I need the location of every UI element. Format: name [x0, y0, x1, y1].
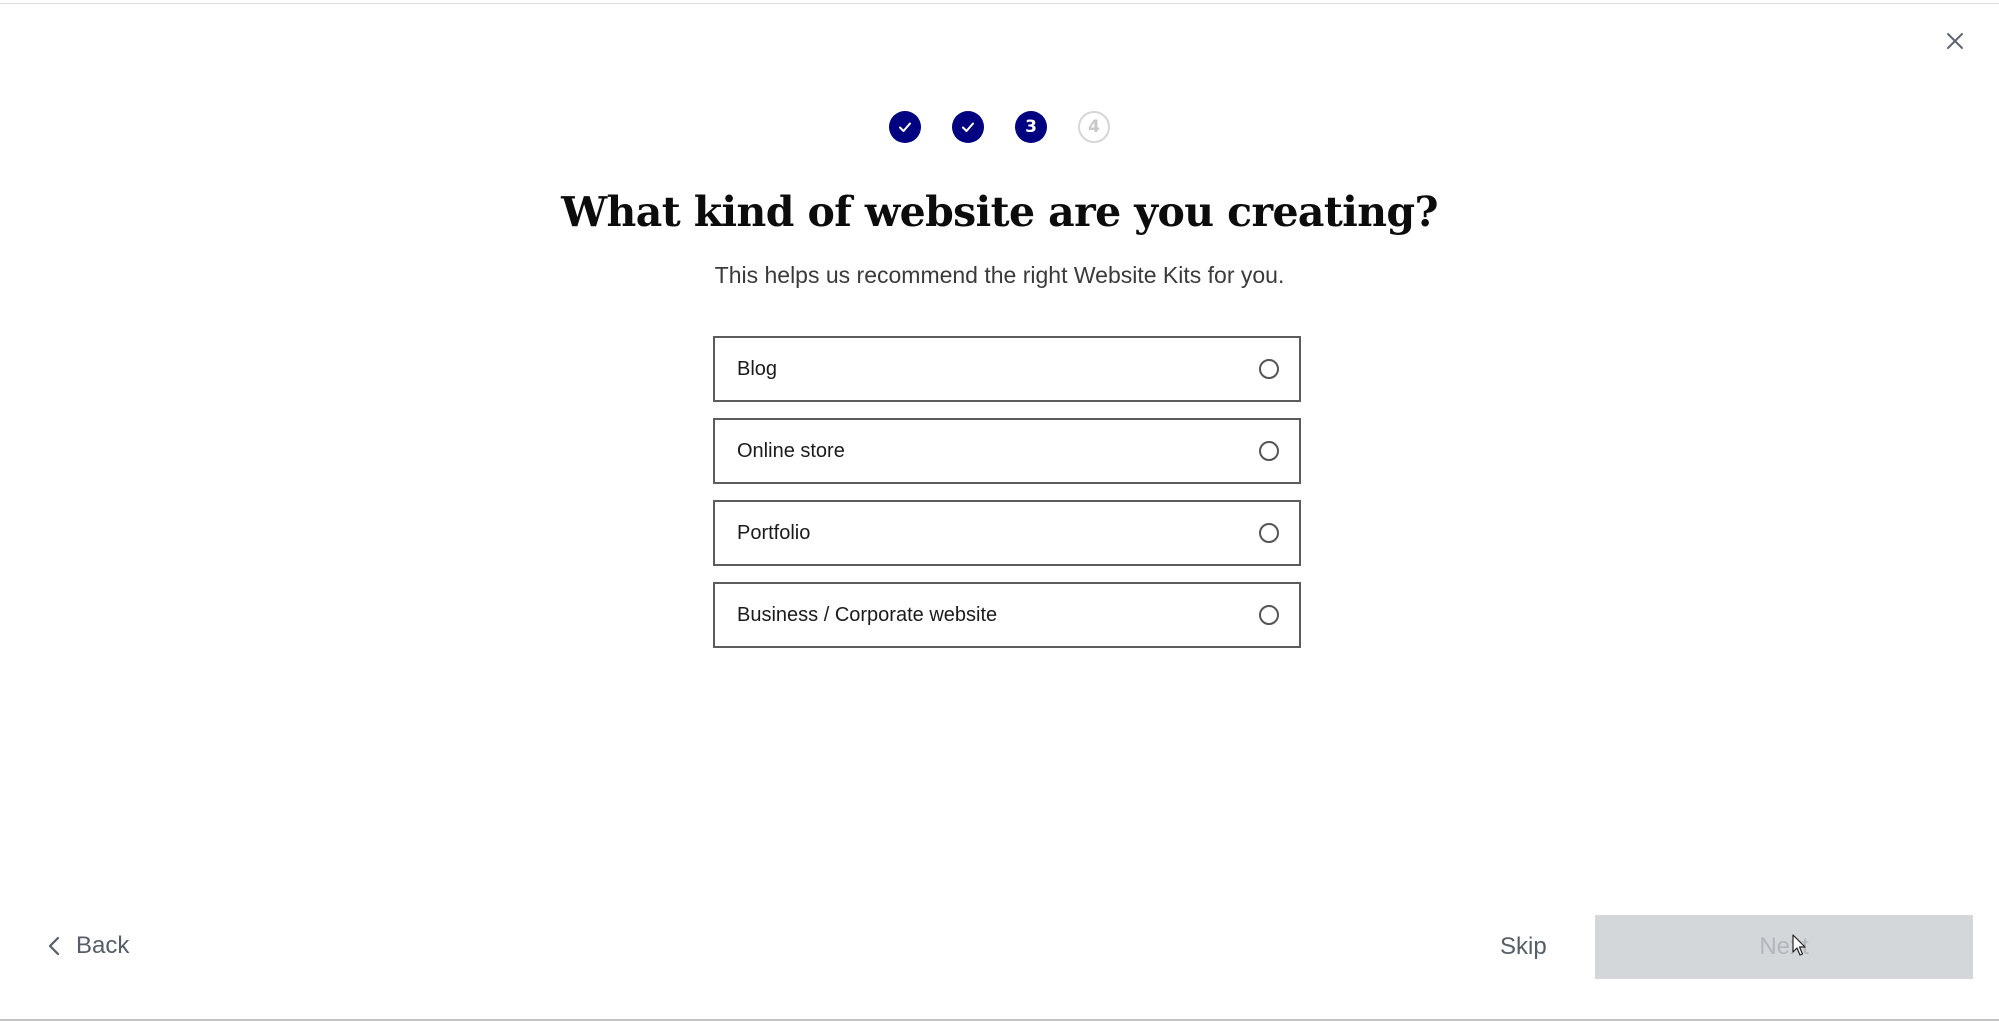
close-icon: [1947, 33, 1963, 49]
step-2-complete: [952, 111, 984, 143]
page-subtitle: This helps us recommend the right Websit…: [714, 262, 1285, 288]
next-button[interactable]: Next: [1595, 915, 1973, 979]
option-blog[interactable]: Blog: [713, 336, 1301, 402]
website-type-options: Blog Online store Portfolio Business / C…: [713, 336, 1301, 664]
chevron-left-icon: [48, 936, 60, 956]
option-business-corporate[interactable]: Business / Corporate website: [713, 582, 1301, 648]
progress-stepper: 3 4: [0, 111, 1999, 145]
option-portfolio[interactable]: Portfolio: [713, 500, 1301, 566]
back-button[interactable]: Back: [46, 928, 129, 964]
option-label: Business / Corporate website: [737, 603, 998, 626]
page-title: What kind of website are you creating?: [561, 188, 1438, 236]
checkmark-icon: [962, 122, 974, 132]
skip-button[interactable]: Skip: [1500, 930, 1547, 964]
step-1-complete: [889, 111, 921, 143]
close-button[interactable]: [1944, 30, 1966, 52]
radio-button[interactable]: [1259, 359, 1279, 379]
radio-button[interactable]: [1259, 441, 1279, 461]
option-label: Online store: [737, 439, 845, 462]
top-divider: [0, 3, 1999, 4]
option-label: Portfolio: [737, 521, 811, 544]
radio-button[interactable]: [1259, 523, 1279, 543]
radio-button[interactable]: [1259, 605, 1279, 625]
option-label: Blog: [737, 357, 778, 380]
back-label: Back: [76, 932, 130, 959]
step-4-upcoming: 4: [1078, 111, 1110, 143]
option-online-store[interactable]: Online store: [713, 418, 1301, 484]
step-3-current: 3: [1015, 111, 1047, 143]
checkmark-icon: [899, 122, 911, 132]
